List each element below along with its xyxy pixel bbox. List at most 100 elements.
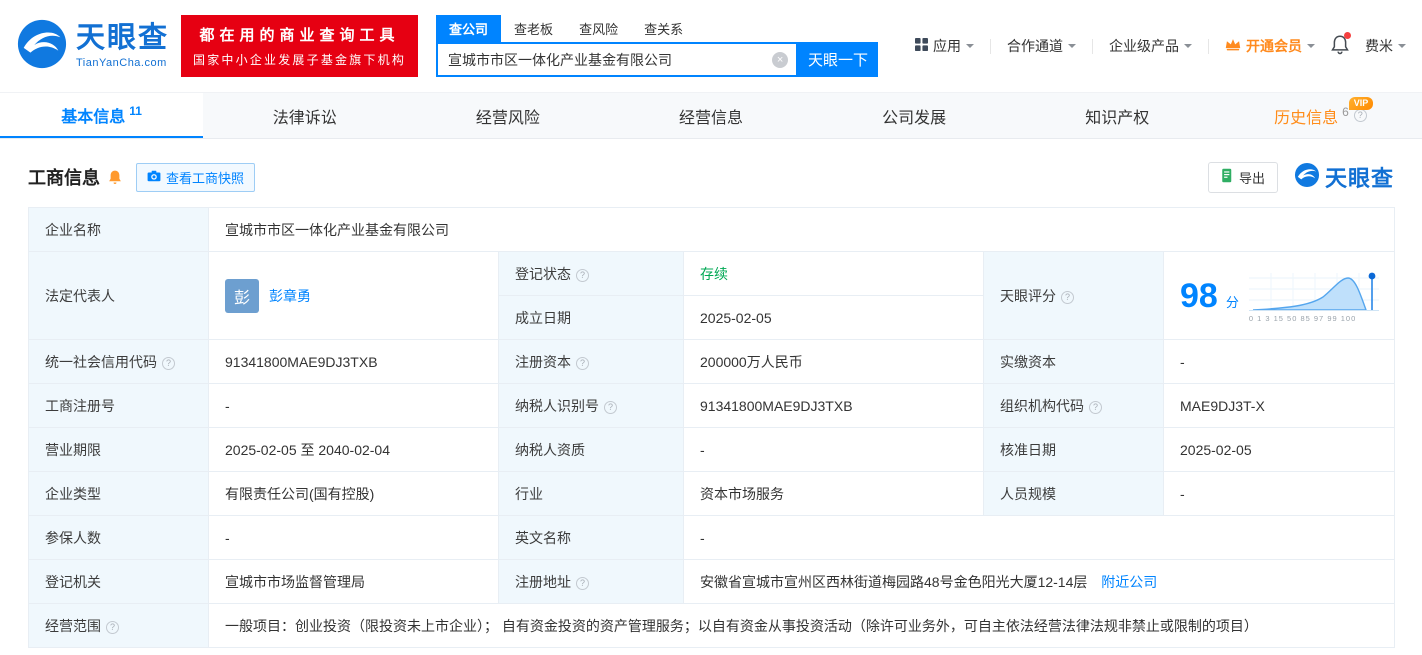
page-tab-bar: 基本信息 11 法律诉讼 经营风险 经营信息 公司发展 知识产权 VIP 历史信… bbox=[0, 92, 1422, 139]
field-label: 核准日期 bbox=[983, 427, 1164, 472]
apps-grid-icon bbox=[915, 38, 928, 54]
field-label: 人员规模 bbox=[983, 471, 1164, 516]
vip-badge: VIP bbox=[1348, 97, 1374, 110]
chevron-down-icon bbox=[1398, 44, 1406, 52]
notification-dot bbox=[1344, 32, 1351, 39]
nav-divider bbox=[1208, 38, 1209, 54]
table-row: 参保人数 - 英文名称 - bbox=[28, 515, 1396, 560]
nav-divider bbox=[990, 38, 991, 54]
company-name-value: 宣城市市区一体化产业基金有限公司 bbox=[207, 207, 1396, 252]
table-row: 工商注册号 - 纳税人识别号? 91341800MAE9DJ3TXB 组织机构代… bbox=[28, 383, 1396, 428]
legal-rep-link[interactable]: 彭章勇 bbox=[269, 286, 311, 306]
tab-count: 11 bbox=[129, 103, 142, 118]
field-label: 登记状态? bbox=[498, 251, 684, 296]
tianyancha-logo-icon bbox=[16, 18, 68, 75]
export-button[interactable]: 导出 bbox=[1207, 161, 1278, 193]
reg-number-value: - bbox=[208, 383, 499, 428]
field-label: 实缴资本 bbox=[983, 339, 1164, 384]
help-icon[interactable]: ? bbox=[1061, 290, 1074, 304]
clear-search-icon[interactable]: × bbox=[772, 51, 789, 68]
tab-operating-risk[interactable]: 经营风险 bbox=[406, 93, 609, 138]
nearby-companies-link[interactable]: 附近公司 bbox=[1101, 574, 1157, 590]
field-label: 参保人数 bbox=[28, 515, 209, 560]
reg-capital-value: 200000万人民币 bbox=[683, 339, 984, 384]
paid-capital-value: - bbox=[1162, 339, 1396, 384]
field-label: 纳税人资质 bbox=[498, 427, 684, 472]
field-label: 天眼评分? bbox=[983, 251, 1164, 340]
chevron-down-icon bbox=[1184, 44, 1192, 52]
tianyancha-logo[interactable]: 天眼查 TianYanCha.com bbox=[16, 18, 169, 75]
credit-code-value: 91341800MAE9DJ3TXB bbox=[208, 339, 499, 384]
table-row: 登记机关 宣城市市场监督管理局 注册地址? 安徽省宣城市宣州区西林街道梅园路48… bbox=[28, 559, 1396, 604]
field-label: 成立日期 bbox=[498, 295, 684, 340]
reg-authority-value: 宣城市市场监督管理局 bbox=[208, 559, 499, 604]
field-label: 工商注册号 bbox=[28, 383, 209, 428]
field-label: 经营范围? bbox=[28, 603, 209, 648]
export-doc-icon bbox=[1221, 168, 1234, 186]
company-type-value: 有限责任公司(国有控股) bbox=[208, 471, 499, 516]
search-tabs: 查公司 查老板 查风险 查关系 bbox=[436, 15, 878, 42]
nav-cooperation[interactable]: 合作通道 bbox=[1007, 36, 1076, 56]
table-row: 企业类型 有限责任公司(国有控股) 行业 资本市场服务 人员规模 - bbox=[28, 471, 1396, 516]
search-box: × bbox=[436, 42, 799, 77]
search-tab-risk[interactable]: 查风险 bbox=[566, 15, 631, 42]
chevron-down-icon bbox=[1307, 44, 1315, 52]
taxpayer-id-value: 91341800MAE9DJ3TXB bbox=[683, 383, 984, 428]
nav-enterprise[interactable]: 企业级产品 bbox=[1109, 36, 1192, 56]
help-icon[interactable]: ? bbox=[604, 400, 617, 414]
table-row: 法定代表人 彭 彭章勇 登记状态? 存续 天眼评分? 98 分 0 1 3 15… bbox=[28, 251, 1396, 340]
help-icon[interactable]: ? bbox=[106, 620, 119, 634]
field-label: 行业 bbox=[498, 471, 684, 516]
business-term-value: 2025-02-05 至 2040-02-04 bbox=[208, 427, 499, 472]
business-scope-value: 一般项目：创业投资（限投资未上市企业）； 自有资金投资的资产管理服务；以自有资金… bbox=[207, 603, 1396, 648]
slogan-line2: 国家中小企业发展子基金旗下机构 bbox=[193, 53, 407, 67]
nav-user-account[interactable]: 费米 bbox=[1365, 36, 1406, 56]
slogan-line1: 都在用的商业查询工具 bbox=[199, 27, 400, 44]
score-unit: 分 bbox=[1225, 295, 1239, 310]
help-icon[interactable]: ? bbox=[576, 576, 589, 590]
tab-count: 6 bbox=[1342, 104, 1349, 119]
search-tab-relation[interactable]: 查关系 bbox=[631, 15, 696, 42]
help-icon[interactable]: ? bbox=[1089, 400, 1102, 414]
camera-icon bbox=[147, 170, 161, 185]
chevron-down-icon bbox=[1068, 44, 1076, 52]
reg-status-value: 存续 bbox=[683, 251, 984, 296]
table-row: 统一社会信用代码? 91341800MAE9DJ3TXB 注册资本? 20000… bbox=[28, 339, 1396, 384]
reg-address-value: 安徽省宣城市宣州区西林街道梅园路48号金色阳光大厦12-14层 附近公司 bbox=[682, 559, 1396, 604]
search-tab-company[interactable]: 查公司 bbox=[436, 15, 502, 42]
help-icon[interactable]: ? bbox=[162, 356, 175, 370]
nav-vip-upgrade[interactable]: 开通会员 bbox=[1225, 36, 1315, 56]
logo-name: 天眼查 bbox=[76, 21, 170, 54]
help-icon[interactable]: ? bbox=[1353, 109, 1367, 122]
slogan-badge: 都在用的商业查询工具 国家中小企业发展子基金旗下机构 bbox=[181, 15, 419, 77]
staff-size-value: - bbox=[1162, 471, 1396, 516]
tab-history-info[interactable]: VIP 历史信息 6 ? bbox=[1219, 93, 1422, 138]
legal-rep-avatar[interactable]: 彭 bbox=[225, 278, 259, 313]
notification-bell-icon[interactable] bbox=[1331, 32, 1351, 58]
english-name-value: - bbox=[682, 515, 1396, 560]
search-input[interactable] bbox=[438, 44, 797, 75]
search-tab-boss[interactable]: 查老板 bbox=[501, 15, 566, 42]
field-label: 英文名称 bbox=[498, 515, 684, 560]
legal-rep-value: 彭 彭章勇 bbox=[208, 251, 499, 340]
table-row: 企业名称 宣城市市区一体化产业基金有限公司 bbox=[28, 207, 1396, 252]
tab-basic-info[interactable]: 基本信息 11 bbox=[0, 93, 204, 138]
help-icon[interactable]: ? bbox=[576, 356, 589, 370]
business-snapshot-button[interactable]: 查看工商快照 bbox=[136, 162, 256, 192]
tab-operating-info[interactable]: 经营信息 bbox=[609, 93, 812, 138]
field-label: 企业名称 bbox=[28, 207, 209, 252]
help-icon[interactable]: ? bbox=[576, 268, 589, 282]
tianyancha-logo-icon bbox=[1294, 162, 1320, 193]
crown-icon bbox=[1225, 38, 1241, 54]
search-button[interactable]: 天眼一下 bbox=[798, 42, 879, 77]
tab-legal-litigation[interactable]: 法律诉讼 bbox=[203, 93, 406, 138]
nav-apps[interactable]: 应用 bbox=[915, 36, 974, 56]
monitor-bell-icon[interactable] bbox=[108, 169, 122, 185]
field-label: 纳税人识别号? bbox=[498, 383, 684, 428]
score-axis-labels: 0 1 3 15 50 85 97 99 100 bbox=[1248, 313, 1357, 323]
tab-company-development[interactable]: 公司发展 bbox=[813, 93, 1016, 138]
score-value: 98 分 0 1 3 15 50 85 97 99 100 bbox=[1162, 251, 1396, 340]
tab-intellectual-property[interactable]: 知识产权 bbox=[1016, 93, 1219, 138]
chevron-down-icon bbox=[966, 44, 974, 52]
business-info-table: 企业名称 宣城市市区一体化产业基金有限公司 法定代表人 彭 彭章勇 登记状态? … bbox=[28, 207, 1396, 648]
